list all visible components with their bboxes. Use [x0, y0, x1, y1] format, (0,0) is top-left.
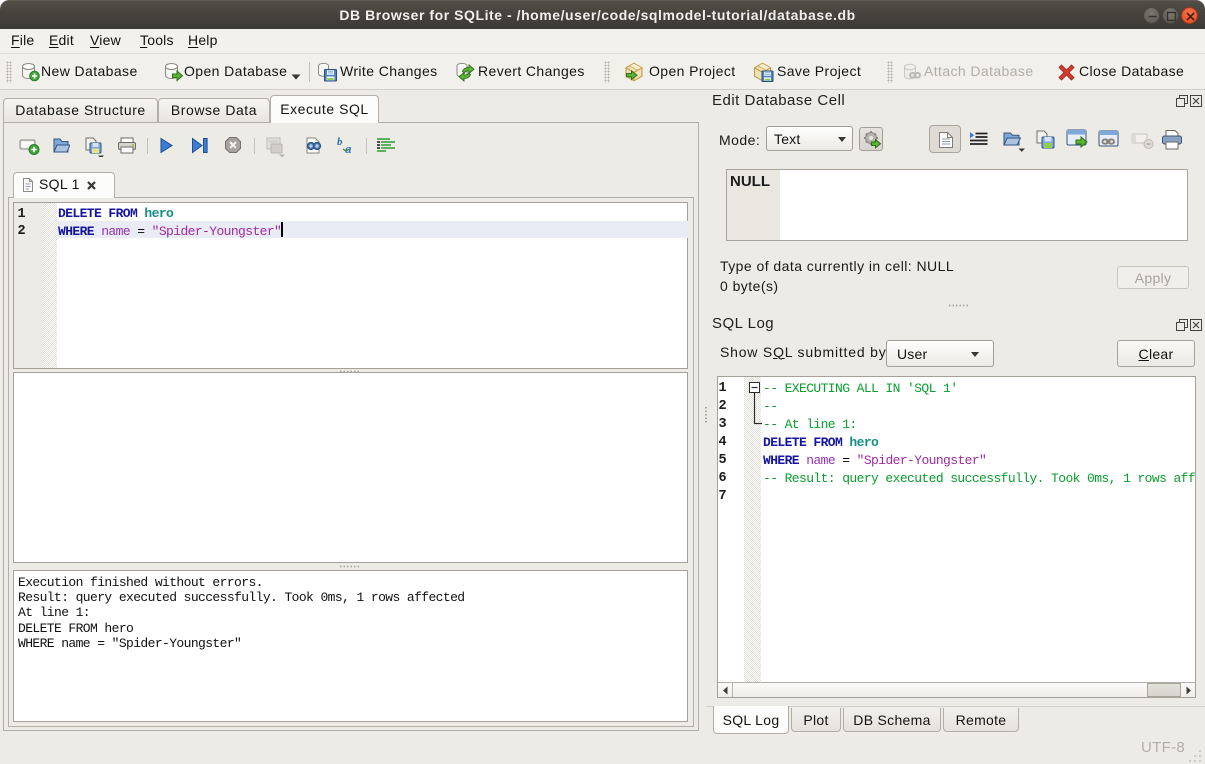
- svg-text:a: a: [345, 141, 352, 155]
- svg-text:b: b: [337, 136, 343, 148]
